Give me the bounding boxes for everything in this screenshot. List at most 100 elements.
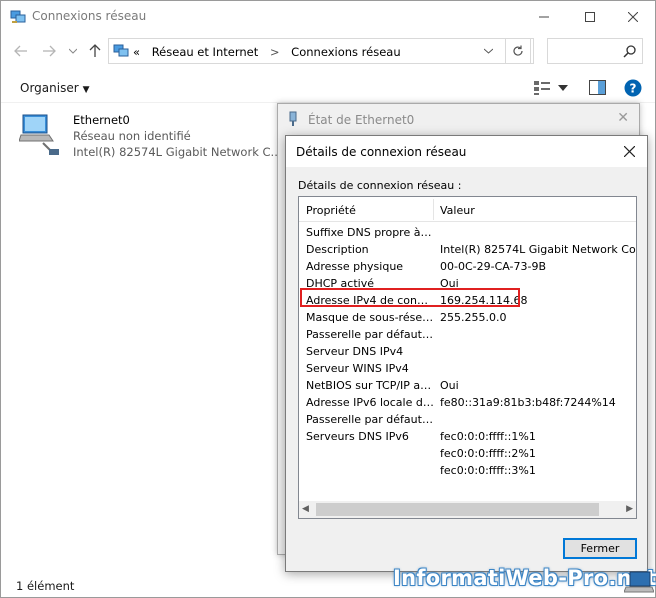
scroll-right-icon[interactable]: ▶	[626, 504, 633, 514]
maximize-icon	[585, 11, 595, 22]
table-row[interactable]: Passerelle par défaut IPv6	[299, 411, 636, 428]
property-cell: NetBIOS sur TCP/IP act...	[306, 379, 434, 392]
table-row[interactable]: Adresse IPv4 de configu... 169.254.114.68	[299, 292, 636, 309]
refresh-button[interactable]	[505, 38, 531, 64]
breadcrumb-overflow[interactable]: «	[133, 45, 140, 59]
table-row[interactable]: Suffixe DNS propre à la ...	[299, 224, 636, 241]
dialog-close-button[interactable]	[619, 141, 639, 161]
table-row[interactable]: Serveur WINS IPv4	[299, 360, 636, 377]
refresh-icon	[513, 45, 523, 56]
details-list[interactable]: Propriété Valeur Suffixe DNS propre à la…	[298, 196, 637, 519]
column-header-value[interactable]: Valeur	[440, 204, 475, 217]
breadcrumb: « Réseau et Internet > Connexions réseau	[133, 45, 409, 59]
table-row[interactable]: NetBIOS sur TCP/IP act... Oui	[299, 377, 636, 394]
caret-down-icon: ▼	[82, 85, 90, 95]
table-row[interactable]: Passerelle par défaut IPv4	[299, 326, 636, 343]
search-input[interactable]	[547, 38, 643, 64]
network-connections-icon	[113, 44, 129, 57]
address-history-button[interactable]	[477, 38, 499, 64]
item-count: 1 élément	[16, 579, 75, 593]
column-divider[interactable]	[433, 199, 434, 220]
value-cell: 169.254.114.68	[440, 294, 528, 307]
connection-details-dialog: Détails de connexion réseau Détails de c…	[285, 135, 648, 572]
status-window-title: État de Ethernet0	[308, 113, 415, 127]
table-row[interactable]: DHCP activé Oui	[299, 275, 636, 292]
table-row[interactable]: Adresse IPv6 locale de li... fe80::31a9:8…	[299, 394, 636, 411]
property-cell: Masque de sous-réseau ...	[306, 311, 434, 324]
ethernet-icon	[289, 111, 297, 126]
close-icon[interactable]: ✕	[617, 110, 629, 126]
property-cell: Serveur DNS IPv4	[306, 345, 404, 358]
table-row[interactable]: Serveur DNS IPv4	[299, 343, 636, 360]
value-cell: fe80::31a9:81b3:b48f:7244%14	[440, 396, 616, 409]
close-window-button[interactable]	[610, 1, 656, 32]
adapter-status: Réseau non identifié	[73, 129, 191, 143]
table-row[interactable]: Masque de sous-réseau ... 255.255.0.0	[299, 309, 636, 326]
close-button[interactable]: Fermer	[563, 538, 637, 559]
forward-button[interactable]	[39, 41, 59, 61]
arrow-right-icon	[43, 45, 56, 57]
breadcrumb-network-connections[interactable]: Connexions réseau	[291, 45, 400, 59]
change-view-icon[interactable]	[533, 80, 551, 96]
chevron-down-icon	[483, 48, 493, 54]
up-button[interactable]	[85, 41, 105, 61]
property-cell: Serveur WINS IPv4	[306, 362, 409, 375]
property-cell: Adresse physique	[306, 260, 404, 273]
property-cell: Suffixe DNS propre à la ...	[306, 226, 434, 239]
network-adapter-item[interactable]: Ethernet0 Réseau non identifié Intel(R) …	[19, 111, 282, 161]
property-cell: Passerelle par défaut IPv4	[306, 328, 434, 341]
property-cell: Passerelle par défaut IPv6	[306, 413, 434, 426]
arrow-left-icon	[14, 45, 27, 57]
value-cell: 00-0C-29-CA-73-9B	[440, 260, 547, 273]
laptop-icon	[624, 571, 654, 593]
breadcrumb-network-internet[interactable]: Réseau et Internet	[152, 45, 259, 59]
scroll-left-icon[interactable]: ◀	[302, 504, 309, 514]
column-header-property[interactable]: Propriété	[306, 204, 356, 217]
chevron-down-icon	[69, 48, 77, 54]
title-bar: Connexions réseau	[1, 1, 655, 32]
table-row[interactable]: Serveurs DNS IPv6 fec0:0:0:ffff::1%1	[299, 428, 636, 445]
scrollbar-thumb[interactable]	[316, 503, 599, 516]
close-icon	[628, 11, 638, 22]
arrow-up-icon	[89, 44, 101, 57]
table-row[interactable]: Description Intel(R) 82574L Gigabit Netwo…	[299, 241, 636, 258]
value-cell: Intel(R) 82574L Gigabit Network Connect	[440, 243, 636, 256]
watermark: InformatiWeb-Pro.net	[393, 566, 656, 590]
property-cell: Adresse IPv6 locale de li...	[306, 396, 434, 409]
horizontal-scrollbar[interactable]: ◀ ▶	[299, 501, 636, 518]
property-cell: Description	[306, 243, 369, 256]
table-row[interactable]: fec0:0:0:ffff::3%1	[299, 462, 636, 479]
property-cell: DHCP activé	[306, 277, 374, 290]
value-cell: fec0:0:0:ffff::1%1	[440, 430, 536, 443]
maximize-button[interactable]	[567, 1, 613, 32]
organize-menu-button[interactable]: Organiser ▼	[20, 81, 90, 95]
table-row[interactable]: Adresse physique 00-0C-29-CA-73-9B	[299, 258, 636, 275]
adapter-description: Intel(R) 82574L Gigabit Network C...	[73, 145, 282, 159]
breadcrumb-separator: >	[269, 45, 280, 59]
value-cell: Oui	[440, 277, 459, 290]
value-cell: fec0:0:0:ffff::3%1	[440, 464, 536, 477]
recent-locations-button[interactable]	[63, 41, 83, 61]
value-cell: Oui	[440, 379, 459, 392]
adapter-name: Ethernet0	[73, 113, 130, 127]
minimize-icon	[539, 16, 549, 17]
value-cell: 255.255.0.0	[440, 311, 507, 324]
address-bar[interactable]: « Réseau et Internet > Connexions réseau	[108, 38, 534, 64]
network-adapter-icon	[19, 114, 59, 155]
list-header: Propriété Valeur	[299, 197, 636, 222]
details-label: Détails de connexion réseau :	[298, 179, 462, 192]
preview-pane-icon[interactable]	[589, 80, 606, 95]
dialog-title-bar: Détails de connexion réseau	[286, 136, 647, 167]
list-rows: Suffixe DNS propre à la ... Description In…	[299, 224, 636, 479]
close-icon	[623, 145, 635, 157]
value-cell: fec0:0:0:ffff::2%1	[440, 447, 536, 460]
table-row[interactable]: fec0:0:0:ffff::2%1	[299, 445, 636, 462]
search-icon	[623, 45, 636, 58]
window-title: Connexions réseau	[32, 9, 147, 23]
minimize-button[interactable]	[521, 1, 567, 32]
property-cell: Adresse IPv4 de configu...	[306, 294, 434, 307]
dialog-title: Détails de connexion réseau	[296, 145, 467, 159]
help-icon[interactable]: ?	[624, 79, 642, 97]
back-button[interactable]	[11, 41, 31, 61]
view-options-dropdown-icon[interactable]	[558, 85, 568, 91]
